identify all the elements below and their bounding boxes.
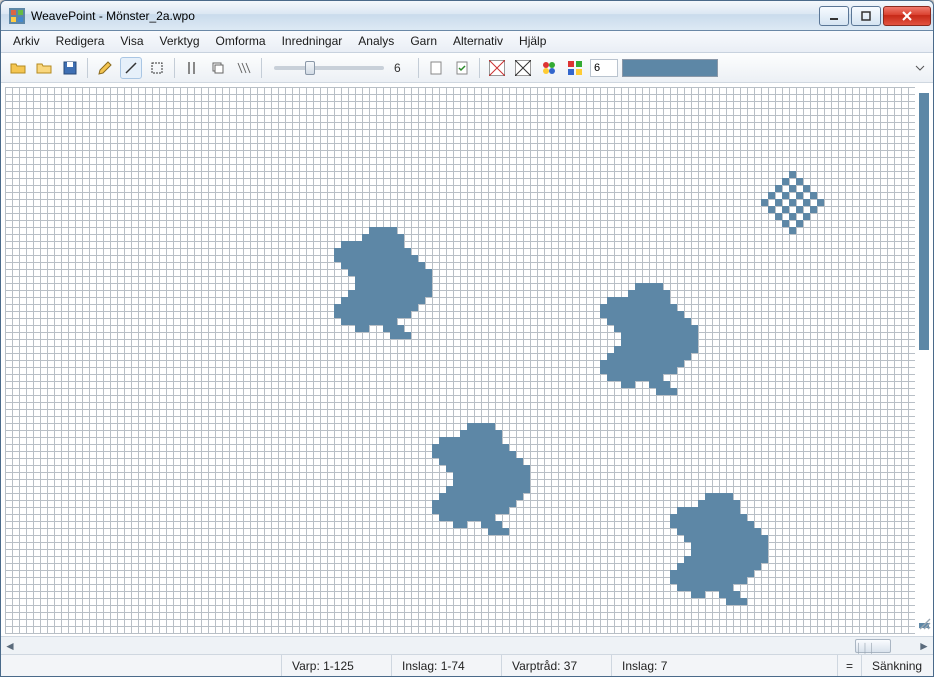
menu-alternativ[interactable]: Alternativ <box>445 31 511 52</box>
separator <box>261 58 262 78</box>
blank-page-icon[interactable] <box>425 57 447 79</box>
resize-grip-icon[interactable] <box>917 616 931 630</box>
scroll-track[interactable]: │││ <box>19 638 915 654</box>
status-blank <box>1 655 281 676</box>
toggle-a-icon[interactable] <box>181 57 203 79</box>
select-tool-icon[interactable] <box>146 57 168 79</box>
grid[interactable] <box>5 87 915 634</box>
check-page-icon[interactable] <box>451 57 473 79</box>
menu-hjalp[interactable]: Hjälp <box>511 31 554 52</box>
statusbar: Varp: 1-125 Inslag: 1-74 Varptråd: 37 In… <box>1 654 933 676</box>
canvas[interactable] <box>5 87 915 634</box>
menu-redigera[interactable]: Redigera <box>48 31 113 52</box>
color-index-field[interactable]: 6 <box>590 59 618 77</box>
status-varptrad: Varptråd: 37 <box>501 655 611 676</box>
separator <box>479 58 480 78</box>
main-area: ◄ │││ ► <box>1 83 933 654</box>
palette-4-icon[interactable] <box>538 57 560 79</box>
status-eq: = <box>837 655 861 676</box>
line-tool-icon[interactable] <box>120 57 142 79</box>
menubar: Arkiv Redigera Visa Verktyg Omforma Inre… <box>1 31 933 53</box>
close-button[interactable] <box>883 6 931 26</box>
menu-inredningar[interactable]: Inredningar <box>274 31 351 52</box>
menu-omforma[interactable]: Omforma <box>208 31 274 52</box>
scroll-thumb[interactable]: │││ <box>855 639 891 653</box>
status-mode: Sänkning <box>861 655 933 676</box>
zoom-slider[interactable] <box>274 66 384 70</box>
separator <box>87 58 88 78</box>
app-icon <box>9 8 25 24</box>
pattern-b-icon[interactable] <box>512 57 534 79</box>
menu-verktyg[interactable]: Verktyg <box>152 31 208 52</box>
menu-garn[interactable]: Garn <box>402 31 445 52</box>
folder-icon[interactable] <box>33 57 55 79</box>
separator <box>418 58 419 78</box>
separator <box>174 58 175 78</box>
zoom-value: 6 <box>394 61 412 75</box>
threads-icon[interactable] <box>233 57 255 79</box>
pattern-a-icon[interactable] <box>486 57 508 79</box>
horizontal-scrollbar[interactable]: ◄ │││ ► <box>1 636 933 654</box>
status-inslag: Inslag: 7 <box>611 655 721 676</box>
toolbar-overflow-icon[interactable] <box>913 59 927 77</box>
save-icon[interactable] <box>59 57 81 79</box>
palette-grid-icon[interactable] <box>564 57 586 79</box>
right-color-strip <box>919 93 929 628</box>
status-varp: Varp: 1-125 <box>281 655 391 676</box>
toolbar: 6 6 <box>1 53 933 83</box>
open-icon[interactable] <box>7 57 29 79</box>
scroll-right-icon[interactable]: ► <box>915 638 933 654</box>
status-inslag-range: Inslag: 1-74 <box>391 655 501 676</box>
app-window: WeavePoint - Mönster_2a.wpo Arkiv Redige… <box>0 0 934 677</box>
menu-analys[interactable]: Analys <box>350 31 402 52</box>
maximize-button[interactable] <box>851 6 881 26</box>
pencil-icon[interactable] <box>94 57 116 79</box>
scroll-left-icon[interactable]: ◄ <box>1 638 19 654</box>
titlebar: WeavePoint - Mönster_2a.wpo <box>1 1 933 31</box>
menu-visa[interactable]: Visa <box>112 31 151 52</box>
minimize-button[interactable] <box>819 6 849 26</box>
window-title: WeavePoint - Mönster_2a.wpo <box>31 9 817 23</box>
menu-arkiv[interactable]: Arkiv <box>5 31 48 52</box>
copy-icon[interactable] <box>207 57 229 79</box>
color-swatch[interactable] <box>622 59 718 77</box>
